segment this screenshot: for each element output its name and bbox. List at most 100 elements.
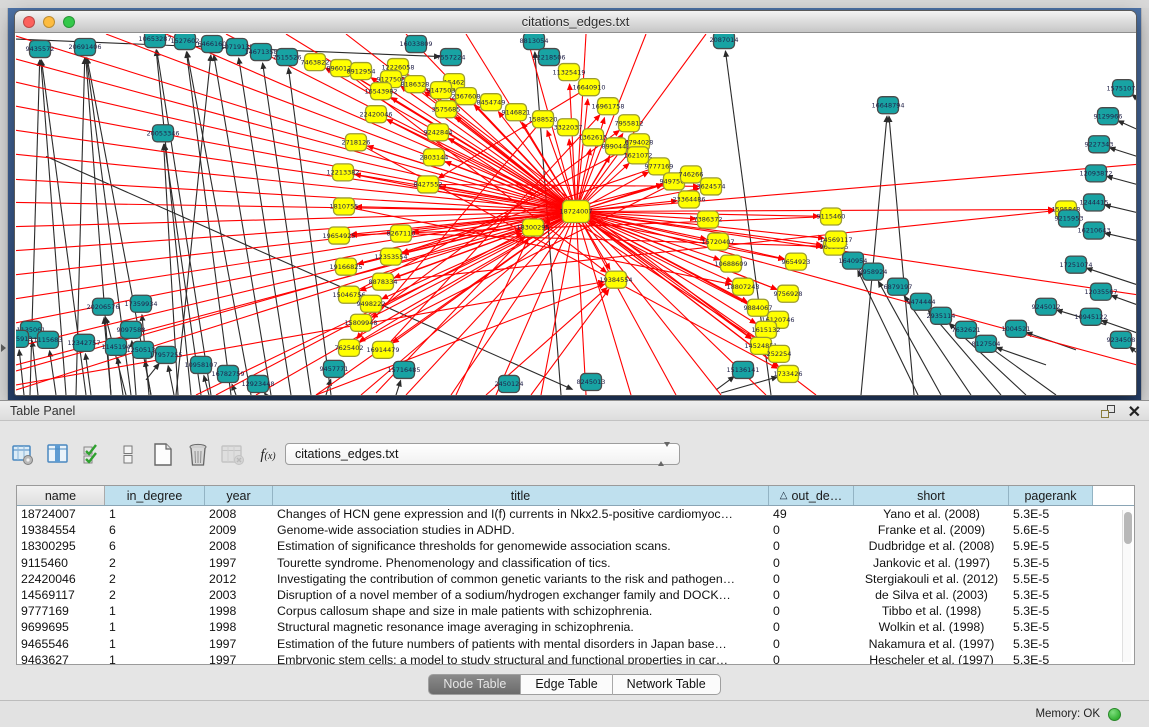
- graph-node[interactable]: 9115460: [817, 208, 846, 225]
- graph-node[interactable]: 16648794: [871, 97, 904, 114]
- graph-node[interactable]: 8427552: [414, 176, 443, 193]
- network-canvas[interactable]: 8960128891295412226058912750816543982818…: [16, 34, 1136, 395]
- node-table[interactable]: namein_degreeyeartitle△out_de…shortpager…: [16, 485, 1135, 665]
- graph-node[interactable]: 10945122: [1074, 308, 1107, 325]
- graph-node[interactable]: 7557224: [437, 49, 466, 66]
- graph-node[interactable]: 7955812: [615, 115, 644, 132]
- graph-node[interactable]: 9242844: [424, 124, 453, 141]
- graph-node[interactable]: 7463822: [301, 54, 330, 71]
- graph-node[interactable]: 252254: [767, 345, 792, 362]
- graph-node[interactable]: 9457771: [320, 360, 349, 377]
- graph-node[interactable]: 1810755: [330, 198, 359, 215]
- graph-node[interactable]: 2803144: [420, 149, 449, 166]
- column-header-title[interactable]: title: [273, 486, 769, 505]
- graph-node[interactable]: 1004521: [1002, 320, 1031, 337]
- network-window[interactable]: citations_edges.txt 89601288912954122260…: [14, 10, 1137, 396]
- table-row[interactable]: 1830029562008Estimation of significance …: [17, 538, 1134, 554]
- graph-node[interactable]: 1244415: [1080, 194, 1109, 211]
- graph-node[interactable]: 1527602: [171, 34, 200, 50]
- graph-node[interactable]: 8127504: [972, 335, 1001, 352]
- panel-expand-arrow-icon[interactable]: [1, 344, 6, 352]
- graph-node[interactable]: 7386372: [694, 211, 723, 228]
- table-vertical-scrollbar[interactable]: [1122, 510, 1131, 662]
- graph-node[interactable]: 9435572: [26, 41, 55, 58]
- graph-node[interactable]: 15136141: [726, 361, 759, 378]
- graph-node[interactable]: 12923448: [241, 375, 274, 392]
- rows-icon[interactable]: [115, 442, 141, 468]
- graph-node[interactable]: 3624574: [697, 178, 726, 195]
- float-window-icon[interactable]: [1101, 405, 1115, 418]
- graph-node[interactable]: 9498222: [357, 295, 386, 312]
- graph-node[interactable]: 16640910: [572, 79, 605, 96]
- graph-node[interactable]: 20053346: [146, 125, 179, 142]
- delete-rows-icon[interactable]: [185, 442, 211, 468]
- graph-node[interactable]: 2087014: [710, 34, 739, 49]
- graph-node[interactable]: 9215953: [1055, 210, 1084, 227]
- graph-node[interactable]: 8878334: [369, 273, 398, 290]
- graph-node[interactable]: 15751074: [1106, 80, 1136, 97]
- select-all-icon[interactable]: [80, 442, 106, 468]
- graph-node[interactable]: 9245012: [1032, 298, 1061, 315]
- graph-node[interactable]: 8958924: [859, 263, 888, 280]
- table-row[interactable]: 2242004622012Investigating the contribut…: [17, 571, 1134, 587]
- graph-node[interactable]: 9129966: [1094, 108, 1123, 125]
- graph-node[interactable]: 6879197: [884, 278, 913, 295]
- graph-node[interactable]: 1733426: [774, 365, 803, 382]
- graph-node[interactable]: 8186328: [401, 76, 430, 93]
- graph-node[interactable]: 8267110: [387, 225, 416, 242]
- function-builder-icon[interactable]: f(x): [255, 442, 281, 468]
- column-header-name[interactable]: name: [17, 486, 105, 505]
- table-row[interactable]: 946554611997Estimation of the future num…: [17, 636, 1134, 652]
- tab-network-table[interactable]: Network Table: [612, 674, 721, 695]
- table-row[interactable]: 1456911722003Disruption of a novel membe…: [17, 587, 1134, 603]
- column-header-indegree[interactable]: in_degree: [105, 486, 205, 505]
- graph-node[interactable]: 9234508: [1107, 331, 1136, 348]
- graph-node[interactable]: 2718126: [342, 134, 371, 151]
- table-row[interactable]: 977716911998Corpus callosum shape and si…: [17, 603, 1134, 619]
- graph-node[interactable]: 2935114: [927, 307, 956, 324]
- graph-node[interactable]: 746266: [679, 166, 704, 183]
- graph-node[interactable]: 8912954: [347, 63, 376, 80]
- network-window-titlebar[interactable]: citations_edges.txt: [15, 11, 1136, 33]
- graph-node[interactable]: 12035567: [1084, 283, 1117, 300]
- column-header-outde[interactable]: △out_de…: [769, 486, 854, 505]
- show-column-icon[interactable]: [45, 442, 71, 468]
- graph-node[interactable]: 19384554: [599, 271, 632, 288]
- table-header-row[interactable]: namein_degreeyeartitle△out_de…shortpager…: [17, 486, 1134, 506]
- tab-edge-table[interactable]: Edge Table: [520, 674, 611, 695]
- table-panel-titlebar[interactable]: Table Panel ✕: [0, 400, 1149, 421]
- graph-node[interactable]: 9654923: [782, 253, 811, 270]
- table-row[interactable]: 1872400712008Changes of HCN gene express…: [17, 506, 1134, 522]
- graph-node[interactable]: 7632621: [952, 321, 981, 338]
- graph-node[interactable]: 7515526: [273, 49, 302, 66]
- graph-node[interactable]: 2450124: [495, 375, 524, 392]
- graph-node[interactable]: 9097588: [117, 321, 146, 338]
- graph-node[interactable]: 10688609: [714, 255, 747, 272]
- table-settings-icon[interactable]: [10, 442, 36, 468]
- right-panel-collapsed-strip[interactable]: [1141, 8, 1149, 400]
- column-header-short[interactable]: short: [854, 486, 1009, 505]
- table-row[interactable]: 1938455462009Genome-wide association stu…: [17, 522, 1134, 538]
- left-panel-collapsed-strip[interactable]: [0, 8, 8, 400]
- table-row[interactable]: 911546021997Tourette syndrome. Phenomeno…: [17, 555, 1134, 571]
- graph-node[interactable]: 19654925: [322, 227, 355, 244]
- table-body[interactable]: 1872400712008Changes of HCN gene express…: [17, 506, 1134, 665]
- new-table-icon[interactable]: [150, 442, 176, 468]
- graph-node[interactable]: 9756928: [774, 285, 803, 302]
- table-row[interactable]: 969969511998Structural magnetic resonanc…: [17, 619, 1134, 635]
- graph-node[interactable]: 3575685: [432, 101, 461, 118]
- memory-ok-indicator-icon[interactable]: [1108, 708, 1121, 721]
- close-icon[interactable]: ✕: [1128, 402, 1141, 422]
- tab-node-table[interactable]: Node Table: [428, 674, 520, 695]
- graph-node[interactable]: 11325419: [552, 64, 585, 81]
- graph-node[interactable]: 9474444: [907, 293, 936, 310]
- graph-node[interactable]: 19166825: [329, 258, 362, 275]
- column-header-year[interactable]: year: [205, 486, 273, 505]
- graph-node[interactable]: 8813054: [520, 34, 549, 50]
- table-row[interactable]: 946362711997Embryonic stem cells: a mode…: [17, 652, 1134, 665]
- graph-node[interactable]: 16210643: [1077, 222, 1110, 239]
- graph-node[interactable]: 17359934: [124, 295, 157, 312]
- graph-node[interactable]: 12213382: [326, 164, 359, 181]
- graph-node[interactable]: 1615132: [752, 321, 781, 338]
- graph-node[interactable]: 9146821: [502, 104, 531, 121]
